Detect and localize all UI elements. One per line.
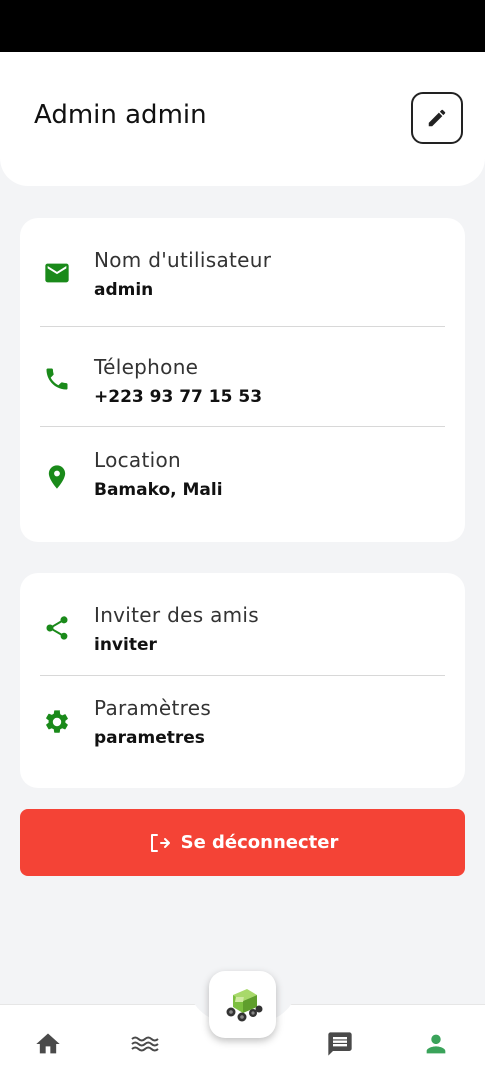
status-bar	[0, 0, 485, 52]
location-pin-icon	[42, 462, 72, 492]
username-label: Nom d'utilisateur	[94, 248, 272, 272]
actions-card: Inviter des amis inviter Paramètres para…	[20, 573, 465, 788]
divider	[40, 326, 445, 327]
edit-profile-button[interactable]	[411, 92, 463, 144]
username-value: admin	[94, 280, 154, 300]
chat-icon	[328, 1032, 352, 1056]
settings-row[interactable]: Paramètres parametres	[20, 675, 465, 777]
pencil-icon	[428, 109, 446, 127]
phone-label: Télephone	[94, 355, 199, 379]
settings-label: Paramètres	[94, 696, 212, 720]
gear-icon	[42, 707, 72, 737]
invite-value: inviter	[94, 635, 157, 655]
nav-profile[interactable]	[416, 1027, 456, 1061]
settings-value: parametres	[94, 728, 205, 748]
logout-label: Se déconnecter	[180, 832, 339, 853]
logout-button[interactable]: Se déconnecter	[20, 809, 465, 876]
center-action-button[interactable]	[209, 971, 276, 1038]
divider	[40, 426, 445, 427]
nav-messages[interactable]	[320, 1027, 360, 1061]
email-icon	[42, 258, 72, 288]
location-value: Bamako, Mali	[94, 480, 223, 500]
user-info-card: Nom d'utilisateur admin Télephone +223 9…	[20, 218, 465, 542]
waves-icon	[131, 1036, 159, 1052]
phone-icon	[42, 364, 72, 394]
phone-value: +223 93 77 15 53	[94, 387, 263, 407]
location-label: Location	[94, 448, 181, 472]
tractor-icon	[226, 988, 262, 1021]
share-icon	[42, 613, 72, 643]
nav-waves[interactable]	[125, 1027, 165, 1061]
person-icon	[426, 1034, 446, 1054]
user-name: Admin admin	[34, 100, 207, 130]
logout-icon	[150, 833, 170, 852]
invite-label: Inviter des amis	[94, 603, 259, 627]
invite-friends-row[interactable]: Inviter des amis inviter	[20, 573, 465, 675]
home-icon	[36, 1033, 60, 1054]
profile-header: Admin admin	[0, 52, 485, 186]
nav-home[interactable]	[28, 1027, 68, 1061]
